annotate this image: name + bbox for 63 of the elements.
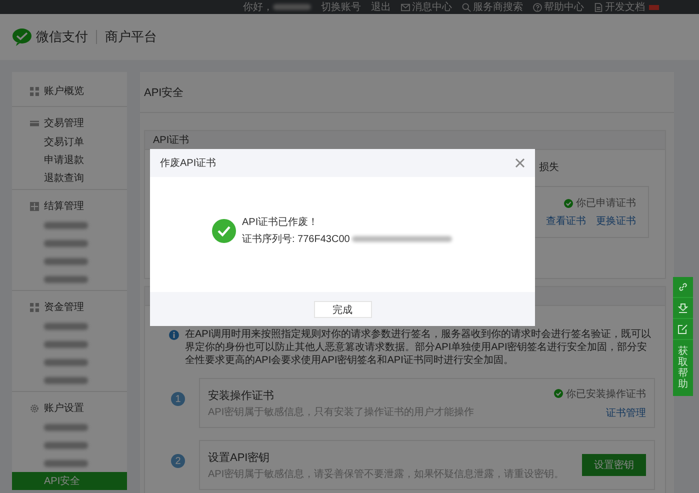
grid-icon: [30, 302, 39, 312]
sidebar-group-title[interactable]: 结算管理: [12, 196, 127, 216]
step-title: 安装操作证书: [208, 388, 275, 402]
top-bar-link[interactable]: 开发文档: [594, 0, 659, 14]
description-text: 损失: [539, 160, 559, 175]
sidebar-group-title[interactable]: 交易管理: [12, 113, 127, 133]
brand-name: 微信支付: [36, 28, 88, 46]
success-check-icon: [212, 218, 236, 242]
blurred-sidebar-item[interactable]: [44, 424, 88, 430]
blurred-sidebar-item[interactable]: [44, 376, 88, 384]
gear-icon: [30, 404, 39, 412]
sidebar-group-title[interactable]: 资金管理: [12, 297, 127, 317]
close-icon[interactable]: [515, 158, 525, 168]
get-help-link[interactable]: 获取帮助: [678, 340, 688, 396]
step-number: 1: [171, 392, 185, 406]
page-title: API安全: [140, 72, 674, 113]
success-message: API证书已作废！: [242, 216, 320, 229]
top-bar-link[interactable]: 消息中心: [401, 0, 452, 14]
sidebar-group-title[interactable]: 账户设置: [12, 398, 127, 418]
sidebar-item[interactable]: API安全: [12, 472, 127, 490]
blurred-sidebar-item[interactable]: [44, 358, 88, 366]
top-bar-link[interactable]: 帮助中心: [533, 0, 584, 14]
search-icon: [462, 2, 471, 12]
status-text: 你已申请证书: [576, 196, 636, 210]
product-name: 商户平台: [105, 28, 157, 46]
check-circle-icon: [564, 198, 573, 208]
blurred-sidebar-item[interactable]: [44, 442, 88, 448]
cert-manage-link[interactable]: 证书管理: [606, 406, 646, 420]
blurred-sidebar-item[interactable]: [44, 258, 88, 264]
top-bar-link[interactable]: 服务商搜索: [462, 0, 523, 14]
wechat-pay-logo-icon: [12, 28, 32, 46]
serial-number-text: 证书序列号: 776F43C00: [242, 232, 350, 246]
card-icon: [30, 118, 39, 128]
cert-link[interactable]: 查看证书: [546, 214, 586, 228]
set-key-button[interactable]: 设置密钥: [582, 454, 646, 476]
sidebar-item[interactable]: 申请退款: [12, 151, 127, 169]
step-number: 2: [171, 454, 185, 468]
blurred-sidebar-item[interactable]: [44, 322, 88, 330]
mail-icon: [401, 2, 410, 12]
cert-link[interactable]: 更换证书: [596, 214, 636, 228]
top-bar-link[interactable]: 退出: [371, 0, 391, 14]
section-title: API证书: [145, 131, 665, 150]
grid-icon: [30, 86, 39, 96]
greeting-text: 你好，: [243, 1, 273, 14]
status-text: 你已安装操作证书: [566, 388, 646, 400]
document-icon: [594, 2, 603, 12]
step-title: 设置API密钥: [208, 450, 271, 464]
table-icon: [30, 202, 39, 210]
top-bar-link[interactable]: 切换账号: [321, 0, 361, 14]
blurred-sidebar-item[interactable]: [44, 222, 88, 228]
sidebar-item[interactable]: 退款查询: [12, 169, 127, 187]
modal-title: 作废API证书: [160, 156, 216, 170]
help-icon: [533, 2, 542, 12]
sidebar-item[interactable]: 交易订单: [12, 133, 127, 151]
blurred-sidebar-item[interactable]: [44, 460, 88, 466]
info-text: 在API调用时用来按照指定规则对你的请求参数进行签名，服务器收到你的请求时会进行签名验证，既可以界定你的身份也可以防止其他人恶意篡改请求数据。部分API单独使用API密钥签名进行安全加固，部分安全性要求更高的API会要求使用API密钥签名和API证书同时进行安全加固。: [185, 328, 652, 367]
blurred-sidebar-item[interactable]: [44, 340, 88, 348]
check-circle-icon: [554, 389, 563, 398]
blurred-sidebar-item[interactable]: [44, 240, 88, 246]
blurred-sidebar-item[interactable]: [44, 276, 88, 282]
done-button[interactable]: 完成: [314, 300, 372, 318]
sidebar-group-title[interactable]: 账户概览: [12, 81, 127, 101]
info-icon: [169, 330, 179, 340]
